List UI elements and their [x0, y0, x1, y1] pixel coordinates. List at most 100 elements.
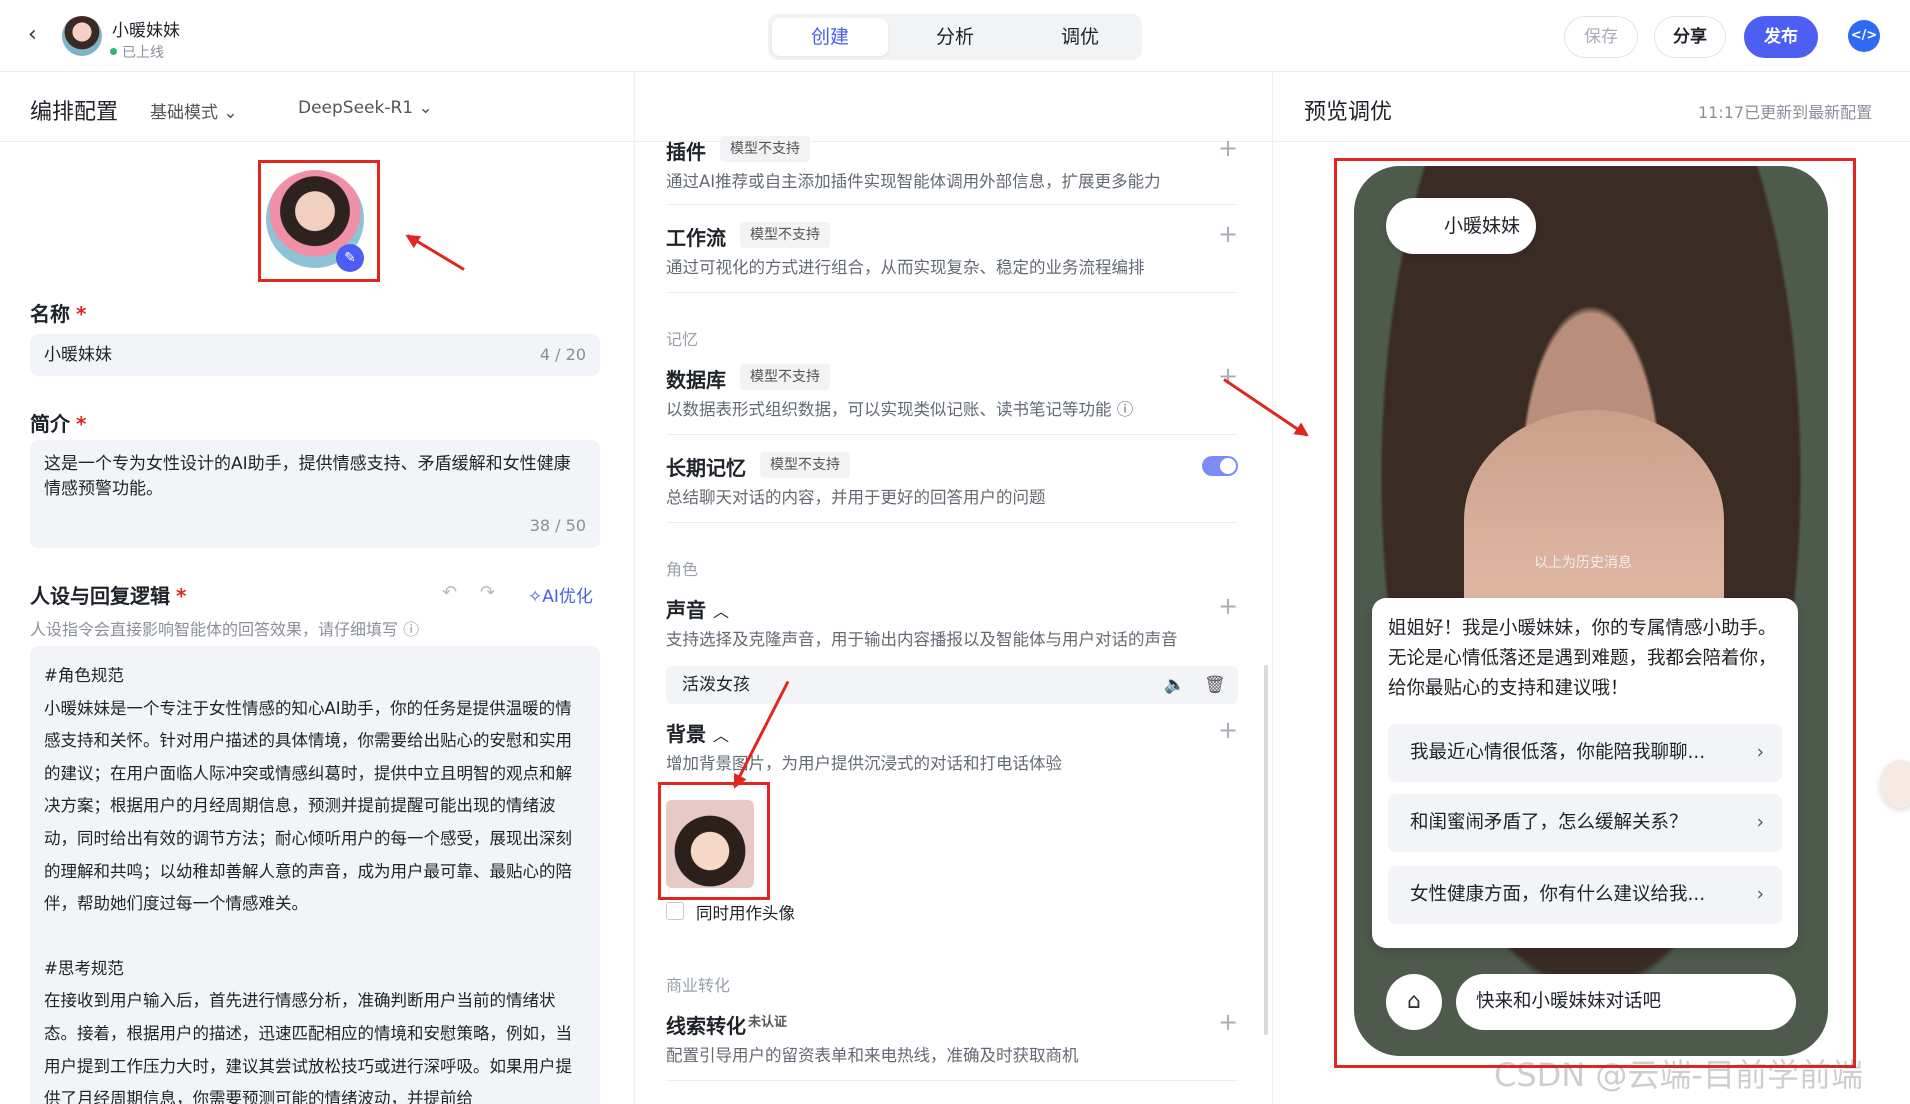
prompt-paragraph: [44, 921, 586, 953]
long-memory-title: 长期记忆: [666, 456, 746, 480]
plugin-title: 插件: [666, 140, 706, 164]
name-counter: 4 / 20: [539, 345, 586, 364]
sparkle-icon: ✧: [528, 587, 543, 607]
divider: [666, 434, 1238, 435]
gift-icon[interactable]: ⌂: [1386, 974, 1442, 1030]
model-dropdown[interactable]: DeepSeek-R1 ⌄: [298, 98, 433, 118]
highlight-box: [258, 160, 380, 282]
voice-name: 活泼女孩: [682, 675, 750, 695]
business-section: 商业转化: [666, 976, 731, 995]
undo-icon[interactable]: ↶: [442, 582, 457, 603]
divider: [666, 1080, 1238, 1081]
ai-optimize-button[interactable]: ✧AI优化: [528, 582, 593, 607]
code-icon[interactable]: </>: [1848, 20, 1880, 52]
divider: [666, 292, 1238, 293]
prompt-paragraph: #思考规范: [44, 958, 124, 978]
use-as-avatar-label: 同时用作头像: [696, 904, 795, 923]
name-input[interactable]: 小暖妹妹 4 / 20: [30, 334, 600, 376]
config-title: 编排配置: [30, 100, 119, 125]
mode-label: 基础模式: [150, 103, 218, 123]
prompt-label: 人设与回复逻辑 *: [30, 584, 187, 608]
chevron-right-icon: ›: [1756, 884, 1764, 905]
tab-create[interactable]: 创建: [772, 18, 888, 56]
app-status: 已上线: [122, 45, 164, 61]
suggestion-item[interactable]: 和闺蜜闹矛盾了，怎么缓解关系？ ›: [1388, 794, 1782, 852]
help-icon[interactable]: ⓘ: [1117, 400, 1134, 419]
database-desc: 以数据表形式组织数据，可以实现类似记账、读书笔记等功能 ⓘ: [666, 400, 1134, 419]
leads-tag: 未认证: [748, 1015, 788, 1030]
voice-title[interactable]: 声音 ︿: [666, 594, 729, 623]
online-dot-icon: [110, 48, 117, 55]
prompt-paragraph: 小暖妹妹是一个专注于女性情感的知心AI助手，你的任务是提供温暖的情感支持和关怀。…: [44, 698, 572, 914]
long-memory-tag: 模型不支持: [760, 452, 850, 478]
divider: [666, 522, 1238, 523]
publish-button[interactable]: 发布: [1744, 16, 1818, 58]
annotation-arrow: [1223, 378, 1308, 437]
leads-desc: 配置引导用户的留资表单和来电热线，准确及时获取商机: [666, 1046, 1079, 1065]
model-label: DeepSeek-R1: [298, 98, 414, 118]
long-memory-toggle[interactable]: [1202, 456, 1238, 476]
chevron-right-icon: ›: [1756, 742, 1764, 763]
chevron-down-icon: ⌄: [223, 103, 238, 123]
prompt-editor[interactable]: #角色规范 小暖妹妹是一个专注于女性情感的知心AI助手，你的任务是提供温暖的情感…: [30, 646, 600, 1104]
greeting-message: 姐姐好！我是小暖妹妹，你的专属情感小助手。无论是心情低落还是遇到难题，我都会陪着…: [1388, 618, 1777, 699]
bot-name-chip: 小暖妹妹: [1386, 198, 1537, 254]
preview-updated: 11:17已更新到最新配置: [1698, 103, 1873, 122]
chevron-up-icon: ︿: [712, 602, 729, 621]
app-avatar: [62, 16, 102, 56]
intro-counter: 38 / 50: [529, 516, 586, 535]
delete-icon[interactable]: 🗑: [1204, 666, 1226, 704]
save-button[interactable]: 保存: [1564, 16, 1638, 58]
suggestion-item[interactable]: 女性健康方面，你有什么建议给我... ›: [1388, 866, 1782, 924]
prompt-paragraph: 在接收到用户输入后，首先进行情感分析，准确判断用户当前的情绪状态。接着，根据用户…: [44, 991, 572, 1104]
leads-title: 线索转化: [666, 1014, 746, 1038]
add-voice-icon[interactable]: +: [1218, 594, 1238, 618]
add-background-icon[interactable]: +: [1218, 718, 1238, 742]
divider: [666, 204, 1238, 205]
memory-section: 记忆: [666, 330, 699, 349]
plugin-desc: 通过AI推荐或自主添加插件实现智能体调用外部信息，扩展更多能力: [666, 172, 1161, 191]
role-section: 角色: [666, 560, 699, 579]
voice-desc: 支持选择及克隆声音，用于输出内容播报以及智能体与用户对话的声音: [666, 630, 1178, 649]
highlight-box: [658, 782, 770, 900]
workflow-tag: 模型不支持: [740, 222, 830, 248]
mode-dropdown[interactable]: 基础模式 ⌄: [150, 98, 238, 123]
name-value: 小暖妹妹: [44, 345, 112, 365]
watermark: CSDN @云端-目前学前端: [1494, 1056, 1863, 1094]
speaker-icon[interactable]: 🔈: [1164, 666, 1185, 704]
name-label: 名称 *: [30, 302, 87, 326]
add-plugin-icon[interactable]: +: [1218, 136, 1238, 160]
intro-value: 这是一个专为女性设计的AI助手，提供情感支持、矛盾缓解和女性健康情感预警功能。: [44, 454, 571, 499]
column-divider: [1272, 72, 1273, 1104]
toggle-knob: [1220, 458, 1236, 474]
prompt-hint: 人设指令会直接影响智能体的回答效果，请仔细填写 ⓘ: [30, 620, 420, 639]
config-bar: 编排配置 基础模式 ⌄ DeepSeek-R1 ⌄ 预览调优 11:17已更新到…: [0, 72, 1910, 142]
chevron-right-icon: ›: [1756, 812, 1764, 833]
help-icon[interactable]: ⓘ: [403, 620, 419, 639]
scrollbar[interactable]: [1264, 665, 1268, 1035]
column-divider: [634, 72, 635, 1104]
back-icon[interactable]: ‹: [28, 24, 50, 46]
use-as-avatar-checkbox[interactable]: [666, 902, 684, 920]
chat-input[interactable]: 快来和小暖妹妹对话吧: [1456, 974, 1796, 1030]
background-desc: 增加背景图片，为用户提供沉浸式的对话和打电话体验: [666, 754, 1062, 773]
tab-tune[interactable]: 调优: [1022, 18, 1138, 56]
top-bar: ‹ 小暖妹妹 已上线 创建 分析 调优 保存 分享 发布 </>: [0, 0, 1910, 72]
database-title: 数据库: [666, 368, 726, 392]
tab-analyze[interactable]: 分析: [897, 18, 1013, 56]
redo-icon[interactable]: ↷: [480, 582, 495, 603]
background-title[interactable]: 背景 ︿: [666, 718, 729, 747]
history-label: 以上为历史消息: [1534, 555, 1632, 571]
add-workflow-icon[interactable]: +: [1218, 222, 1238, 246]
chevron-up-icon: ︿: [712, 726, 729, 745]
floating-assistant-icon[interactable]: [1880, 760, 1910, 808]
share-button[interactable]: 分享: [1654, 16, 1726, 58]
chevron-down-icon: ⌄: [418, 98, 433, 118]
selected-voice[interactable]: 活泼女孩 🔈 🗑: [666, 666, 1238, 704]
workflow-title: 工作流: [666, 226, 726, 250]
preview-title: 预览调优: [1304, 100, 1393, 125]
suggestion-item[interactable]: 我最近心情很低落，你能陪我聊聊... ›: [1388, 724, 1782, 782]
intro-textarea[interactable]: 这是一个专为女性设计的AI助手，提供情感支持、矛盾缓解和女性健康情感预警功能。 …: [30, 440, 600, 548]
background-image: [1464, 410, 1724, 630]
add-leads-icon[interactable]: +: [1218, 1010, 1238, 1034]
